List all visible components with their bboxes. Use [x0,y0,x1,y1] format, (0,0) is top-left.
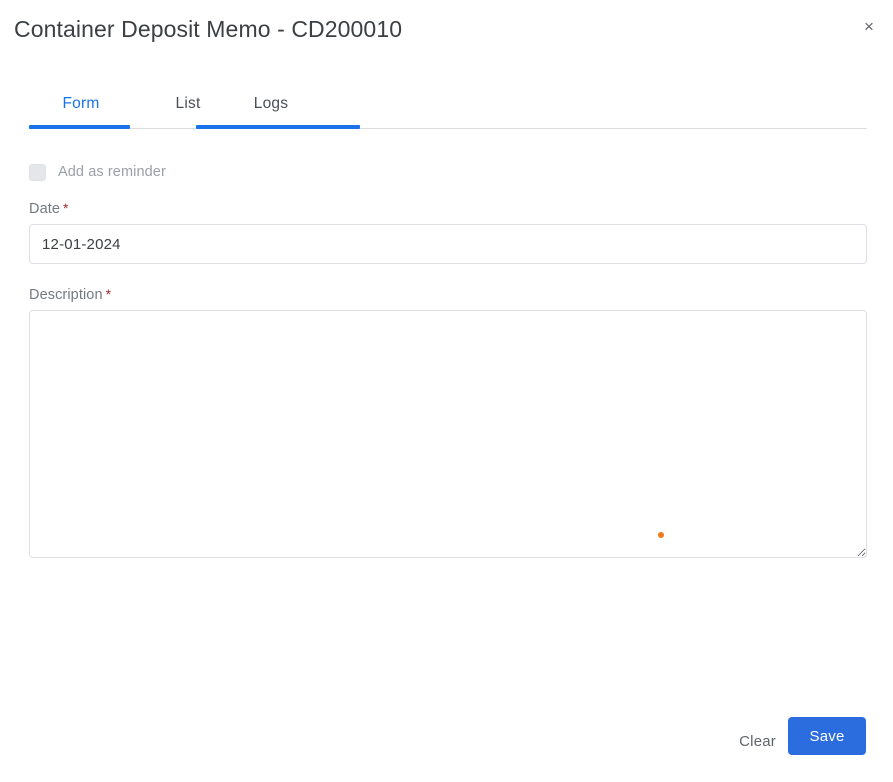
tab-secondary-indicator [196,125,360,129]
save-button[interactable]: Save [788,717,866,755]
date-field-group: Date * [29,200,867,264]
dialog-footer: Clear Save [0,708,893,782]
add-as-reminder-label: Add as reminder [58,164,166,180]
tab-list-item[interactable]: List [164,84,212,124]
clear-button[interactable]: Clear [723,723,792,759]
description-label: Description * [29,286,867,303]
dialog-header: Container Deposit Memo - CD200010 × [0,0,893,62]
add-as-reminder-row[interactable]: Add as reminder [29,160,867,184]
date-input[interactable] [29,224,867,264]
add-as-reminder-checkbox[interactable] [29,163,46,181]
tab-active-indicator [29,125,130,129]
close-icon[interactable]: × [855,12,883,40]
description-textarea-holder [29,310,867,558]
description-required-asterisk: * [105,286,112,302]
date-label: Date * [29,200,867,217]
date-label-text: Date [29,201,61,217]
tab-baseline-divider [29,128,867,129]
tab-form[interactable]: Form [50,84,112,124]
description-field-group: Description * [29,286,867,558]
tab-bar: Form List Logs [29,84,867,132]
form-body: Add as reminder Date* Description* [29,160,867,558]
description-label-text: Description [29,287,103,303]
date-required-asterisk: * [63,200,69,216]
tab-logs[interactable]: Logs [241,84,301,124]
description-textarea[interactable] [29,310,867,558]
container-deposit-memo-dialog: Container Deposit Memo - CD200010 × Form… [0,0,893,782]
tab-list: Form List Logs [29,84,867,129]
page-title: Container Deposit Memo - CD200010 [14,16,403,42]
